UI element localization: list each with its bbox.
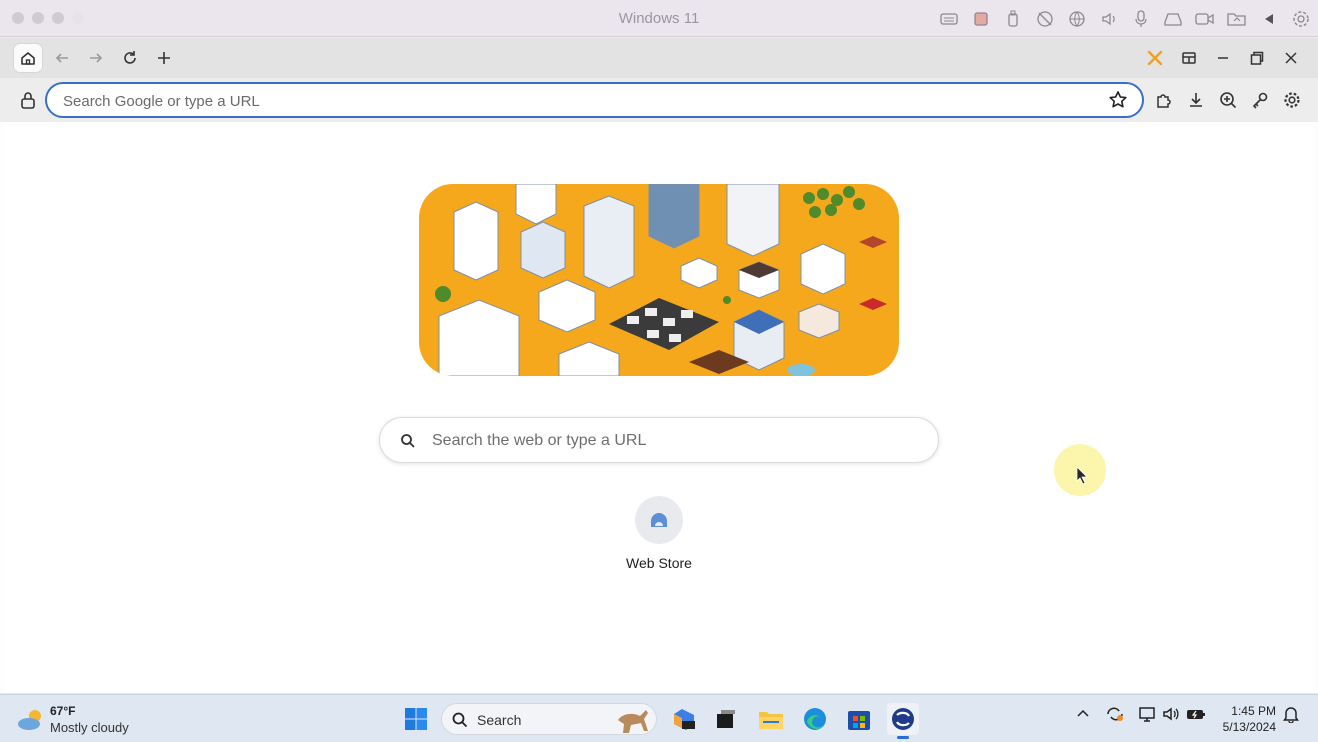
minimize-icon — [1218, 57, 1228, 59]
extension-button[interactable] — [1141, 44, 1169, 72]
close-button[interactable] — [1277, 44, 1305, 72]
forward-button[interactable] — [82, 44, 110, 72]
folder-share-icon[interactable] — [1226, 8, 1248, 30]
new-tab-button[interactable] — [150, 44, 178, 72]
sync-icon[interactable] — [1105, 705, 1125, 728]
volume-icon[interactable] — [1162, 705, 1180, 728]
clock-time: 1:45 PM — [1231, 704, 1276, 718]
folder-icon — [759, 712, 783, 729]
home-button[interactable] — [14, 44, 42, 72]
extensions-icon[interactable] — [1152, 88, 1176, 112]
camera-off-icon[interactable] — [1034, 8, 1056, 30]
browser-app-active[interactable] — [887, 703, 919, 739]
video-camera-icon[interactable] — [1194, 8, 1216, 30]
sidebar-button[interactable] — [1175, 44, 1203, 72]
windows-taskbar: 67°F Mostly cloudy Search 1:45 PM 5/13/2… — [0, 694, 1318, 742]
usb-icon[interactable] — [1002, 8, 1024, 30]
close-icon — [1285, 52, 1297, 64]
search-box[interactable] — [379, 417, 939, 463]
weather-temperature: 67°F — [50, 704, 76, 718]
edge-icon — [804, 708, 826, 730]
host-titlebar: Windows 11 — [0, 0, 1318, 37]
notification-bell-icon[interactable] — [1282, 705, 1300, 728]
settings-gear-icon[interactable] — [1280, 88, 1304, 112]
plus-icon — [158, 52, 170, 64]
shortcut-web-store[interactable]: Web Store — [614, 496, 704, 586]
restore-button[interactable] — [1243, 44, 1271, 72]
task-view-app[interactable] — [710, 703, 742, 735]
city-doodle-image[interactable] — [419, 184, 899, 376]
gear-icon[interactable] — [1290, 8, 1312, 30]
file-explorer-app[interactable] — [755, 703, 787, 735]
clock-date: 5/13/2024 — [1222, 720, 1276, 734]
weather-description: Mostly cloudy — [50, 720, 129, 735]
triangle-left-icon[interactable] — [1258, 8, 1280, 30]
drive-icon[interactable] — [1162, 8, 1184, 30]
address-bar[interactable] — [45, 82, 1144, 118]
taskbar-search-label: Search — [477, 712, 522, 728]
task-view-icon — [717, 710, 735, 728]
restore-icon — [1250, 51, 1264, 65]
web-store-icon — [635, 496, 683, 544]
battery-icon[interactable] — [1186, 705, 1206, 728]
chevron-up-icon[interactable] — [1075, 705, 1091, 726]
windows-logo-icon — [405, 708, 427, 730]
address-toolbar — [0, 78, 1318, 122]
edge-app[interactable] — [799, 703, 831, 735]
arrow-left-icon — [55, 53, 68, 63]
reload-icon — [124, 51, 136, 64]
speaker-icon[interactable] — [1098, 8, 1120, 30]
network-icon[interactable] — [1138, 705, 1156, 728]
scissors-icon — [1147, 50, 1163, 66]
back-button[interactable] — [48, 44, 76, 72]
reload-button[interactable] — [116, 44, 144, 72]
copilot-app[interactable] — [668, 703, 700, 735]
download-icon[interactable] — [1184, 88, 1208, 112]
panel-icon — [1182, 52, 1196, 64]
address-input[interactable] — [63, 90, 1083, 112]
weather-widget[interactable]: 67°F Mostly cloudy — [16, 703, 166, 737]
chip-icon[interactable] — [970, 8, 992, 30]
store-icon — [848, 711, 870, 730]
globe-icon[interactable] — [1066, 8, 1088, 30]
search-icon — [396, 429, 420, 453]
new-tab-page: Web Store — [4, 124, 1314, 693]
zoom-icon[interactable] — [1216, 88, 1240, 112]
browser-window: Web Store — [0, 38, 1318, 693]
taskbar-search[interactable]: Search — [441, 703, 657, 735]
mouse-pointer-icon — [1076, 466, 1088, 484]
search-icon — [452, 712, 468, 728]
tab-strip — [0, 38, 1318, 78]
host-toolbar-icons — [938, 8, 1312, 30]
search-highlight-icon — [618, 710, 648, 733]
browser-app-icon — [892, 708, 914, 730]
key-icon[interactable] — [1248, 88, 1272, 112]
cursor-highlight — [1054, 444, 1106, 496]
minimize-button[interactable] — [1209, 44, 1237, 72]
copilot-icon — [674, 709, 695, 730]
home-icon — [21, 52, 35, 65]
cloudy-weather-icon — [18, 710, 41, 730]
microphone-icon[interactable] — [1130, 8, 1152, 30]
shortcut-label: Web Store — [626, 555, 692, 571]
active-indicator — [897, 736, 909, 739]
bookmark-star-icon[interactable] — [1106, 88, 1130, 112]
system-clock[interactable]: 1:45 PM 5/13/2024 — [1223, 703, 1276, 735]
arrow-right-icon — [90, 53, 103, 63]
start-button[interactable] — [400, 703, 432, 735]
search-input[interactable] — [432, 430, 912, 452]
store-app[interactable] — [843, 703, 875, 735]
keyboard-icon[interactable] — [938, 8, 960, 30]
lock-icon[interactable] — [16, 88, 40, 112]
